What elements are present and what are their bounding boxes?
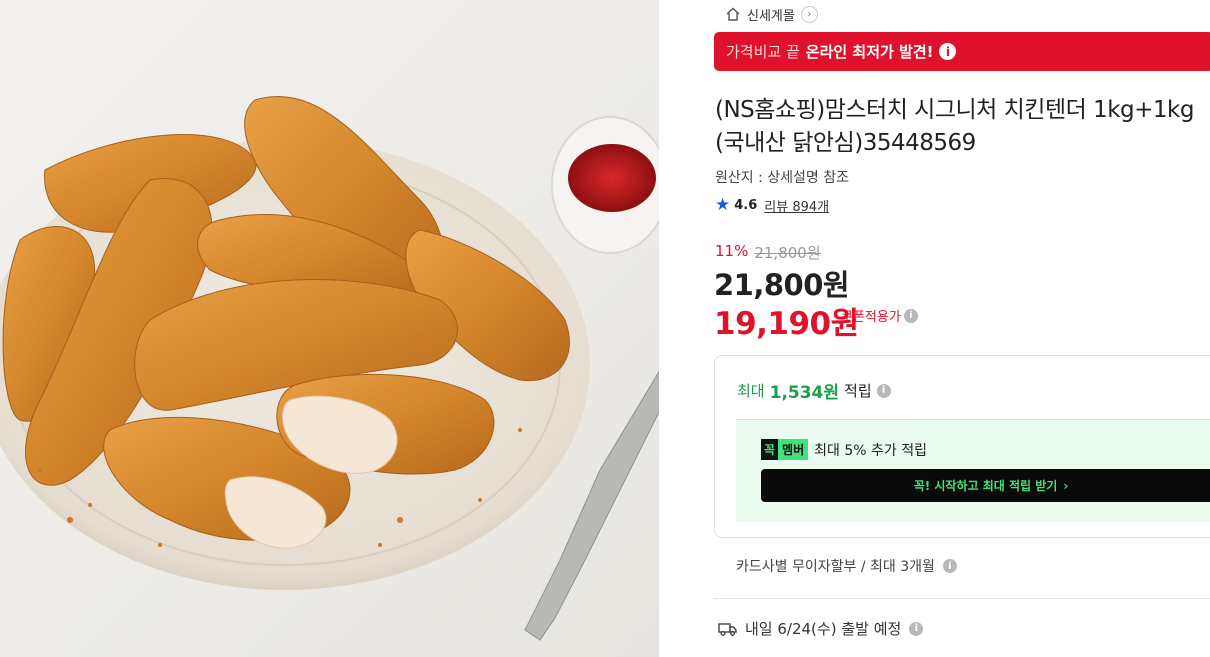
member-text: 최대 5% 추가 적립 <box>814 442 927 459</box>
info-icon[interactable]: i <box>903 308 918 323</box>
reward-prefix: 최대 <box>737 382 765 400</box>
member-line: 꼭 멤버 최대 5% 추가 적립 <box>761 439 927 460</box>
origin-text: 원산지 : 상세설명 참조 <box>715 170 849 186</box>
banner-highlight: 온라인 최저가 발견! <box>805 43 934 61</box>
product-image[interactable] <box>0 0 659 657</box>
reward-suffix: 적립 <box>844 382 872 400</box>
info-icon[interactable]: i <box>909 621 924 636</box>
chevron-right-icon: › <box>1063 478 1069 493</box>
chevron-right-icon: › <box>800 5 818 23</box>
original-price: 21,800원 <box>754 244 821 262</box>
rating: ★ 4.6 리뷰 894개 <box>715 195 829 216</box>
lowest-price-banner[interactable]: 가격비교 끝 온라인 최저가 발견! i <box>714 32 1210 71</box>
review-link[interactable]: 리뷰 894개 <box>764 196 829 215</box>
member-badge-ggok: 꼭 <box>761 439 779 460</box>
reward-amount: 1,534원 <box>769 383 840 403</box>
truck-icon <box>718 622 737 636</box>
info-icon[interactable]: i <box>876 383 891 398</box>
chicken-tenders-photo <box>0 96 659 641</box>
coupon-label-text: 쿠폰적용가 <box>841 310 901 325</box>
info-icon[interactable]: i <box>939 43 957 60</box>
info-icon[interactable]: i <box>942 559 957 573</box>
product-title-line1: (NS홈쇼핑)맘스터치 시그니처 치킨텐더 1kg+1kg <box>715 97 1194 123</box>
home-icon <box>726 7 740 21</box>
benefit-box: 최대 1,534원 적립 i 꼭 멤버 최대 5% 추가 적립 꼭! 시작하고 … <box>714 355 1210 538</box>
divider <box>714 598 1210 599</box>
star-icon: ★ <box>715 195 731 215</box>
store-link[interactable]: 신세계몰 › <box>725 4 818 24</box>
product-title-line2: (국내산 닭안심)35448569 <box>715 130 976 156</box>
coupon-price: 19,190원 <box>714 306 859 342</box>
coupon-label: 쿠폰적용가 i <box>841 306 918 325</box>
product-title: (NS홈쇼핑)맘스터치 시그니처 치킨텐더 1kg+1kg (국내산 닭안심)3… <box>715 94 1210 160</box>
reward-line: 최대 1,534원 적립 i <box>737 378 891 403</box>
banner-prefix: 가격비교 끝 <box>726 43 800 61</box>
discount-percent: 11% <box>715 242 749 260</box>
store-name: 신세계몰 <box>747 8 795 24</box>
member-start-button[interactable]: 꼭! 시작하고 최대 적립 받기 › <box>761 469 1210 502</box>
product-info-panel: 신세계몰 › 가격비교 끝 온라인 최저가 발견! i (NS홈쇼핑)맘스터치 … <box>659 0 1210 657</box>
discount-row: 11% 21,800원 <box>715 242 821 263</box>
member-button-label: 꼭! 시작하고 최대 적립 받기 <box>913 479 1058 493</box>
installment-text: 카드사별 무이자할부 / 최대 3개월 <box>736 559 935 575</box>
installment-info: 카드사별 무이자할부 / 최대 3개월 i <box>736 556 957 576</box>
rating-score: 4.6 <box>734 198 758 213</box>
delivery-info: 내일 6/24(수) 출발 예정 i <box>718 618 924 639</box>
member-badge: 멤버 <box>778 439 809 460</box>
member-promo: 꼭 멤버 최대 5% 추가 적립 꼭! 시작하고 최대 적립 받기 › <box>736 419 1210 522</box>
delivery-text: 내일 6/24(수) 출발 예정 <box>745 620 902 638</box>
